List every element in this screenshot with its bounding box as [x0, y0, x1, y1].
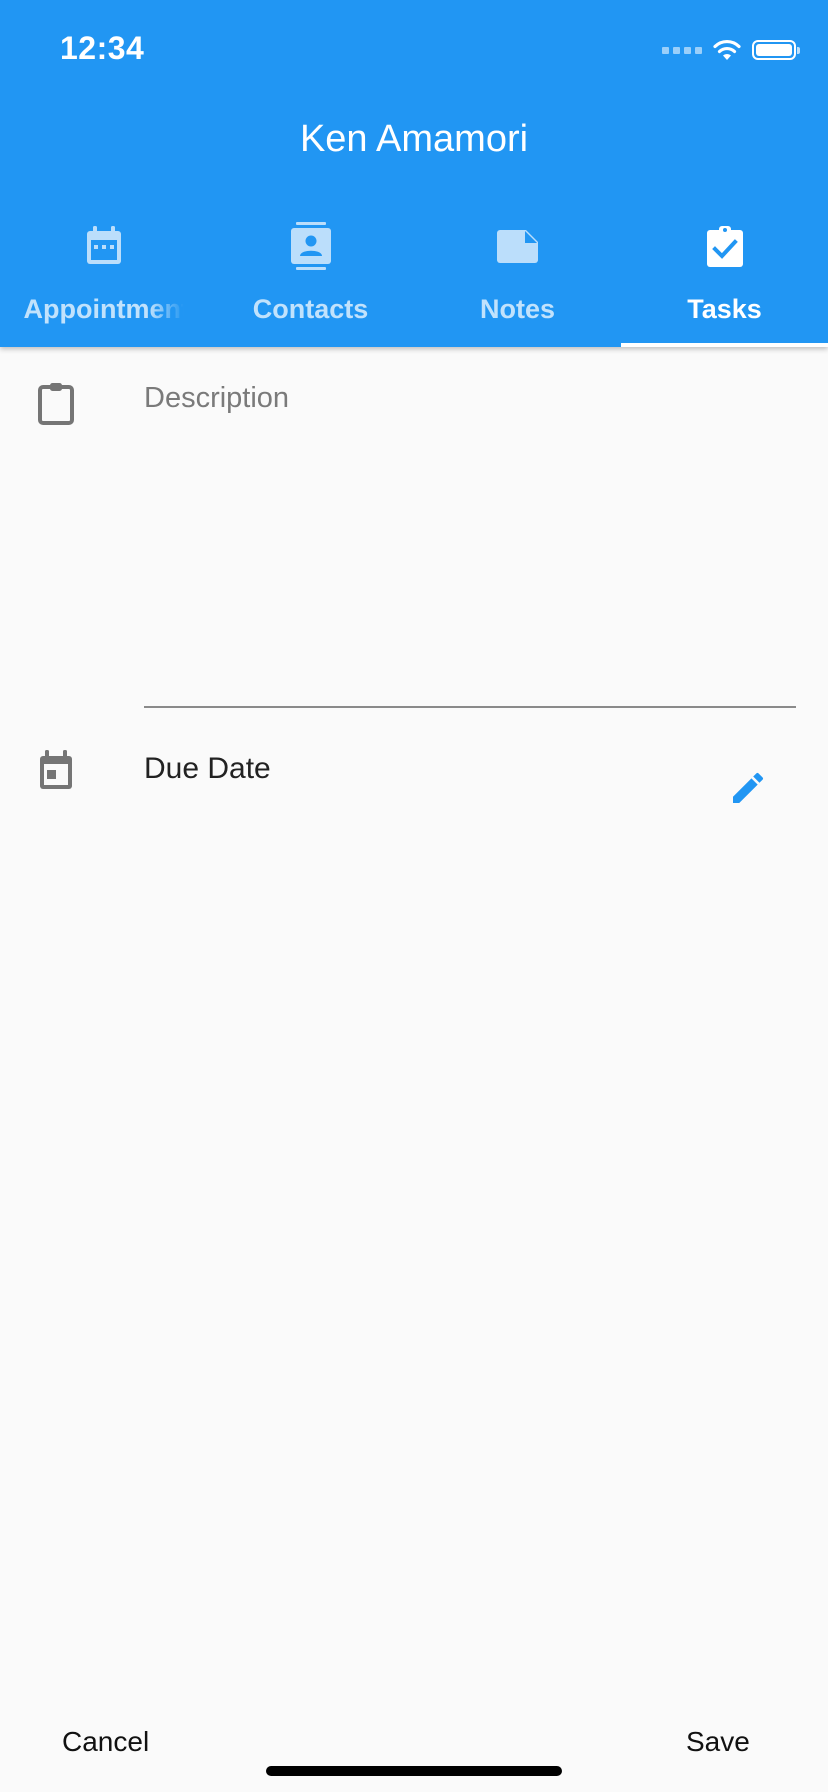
- page-title: Ken Amamori: [299, 118, 529, 160]
- due-date-label: Due Date: [144, 752, 271, 785]
- edit-due-date-button[interactable]: [724, 764, 772, 812]
- description-underline: [144, 706, 796, 708]
- calendar-event-icon: [36, 749, 76, 793]
- description-input[interactable]: Description: [144, 382, 289, 415]
- wifi-icon: [713, 39, 741, 60]
- battery-icon: [752, 40, 800, 60]
- app-bar: 12:34 Ken Amamori Appointmen Contacts No…: [0, 0, 828, 347]
- tab-label: Appointments: [23, 294, 184, 324]
- tab-bar: Appointments Contacts Notes: [0, 210, 828, 347]
- tab-tasks[interactable]: Tasks: [621, 210, 828, 347]
- tab-label: Notes: [479, 294, 555, 324]
- save-button[interactable]: Save: [686, 1726, 750, 1758]
- contact-card-icon: [289, 222, 333, 270]
- home-indicator[interactable]: [266, 1766, 562, 1776]
- clipboard-check-icon: [703, 222, 747, 270]
- active-tab-indicator: [621, 343, 828, 347]
- clipboard-icon: [36, 381, 76, 425]
- tab-notes[interactable]: Notes: [414, 210, 621, 347]
- note-icon: [496, 222, 540, 270]
- status-icons: [662, 36, 800, 64]
- cancel-button[interactable]: Cancel: [62, 1726, 149, 1758]
- tab-label: Contacts: [252, 294, 369, 324]
- tab-appointments[interactable]: Appointments: [0, 210, 207, 347]
- tab-label: Tasks: [687, 294, 762, 324]
- cellular-signal-icon: [662, 46, 702, 54]
- tab-contacts[interactable]: Contacts: [207, 210, 414, 347]
- calendar-icon: [82, 222, 126, 270]
- status-time: 12:34: [60, 30, 145, 66]
- pencil-icon: [733, 772, 764, 803]
